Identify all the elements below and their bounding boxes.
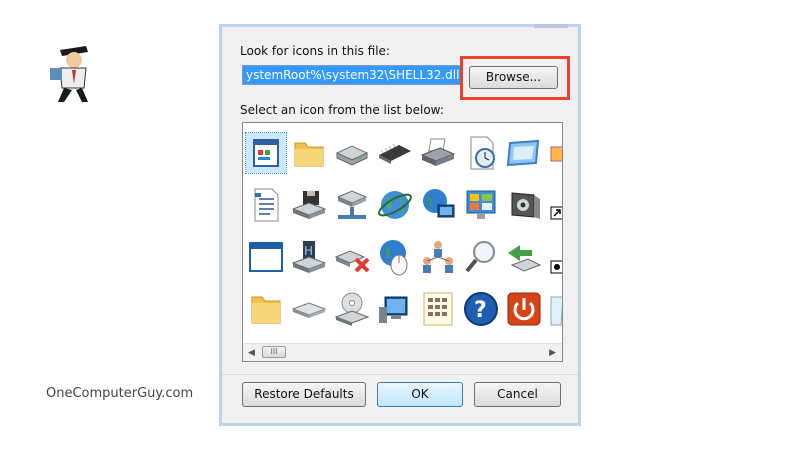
shortcut-icon[interactable]: [547, 185, 562, 225]
icon-file-path-input[interactable]: ystemRoot%\system32\SHELL32.dll: [242, 65, 461, 85]
folder-icon-2[interactable]: [246, 289, 286, 329]
partial-icon-2[interactable]: [547, 237, 562, 277]
globe-network-icon[interactable]: [375, 185, 415, 225]
folder-icon[interactable]: [289, 133, 329, 173]
globe-mouse-icon[interactable]: [375, 237, 415, 277]
document-window-icon[interactable]: [245, 132, 287, 174]
change-icon-dialog: Look for icons in this file: ystemRoot%\…: [219, 24, 581, 426]
scroll-left-icon[interactable]: ◀: [248, 347, 255, 358]
disk-drive-icon[interactable]: [289, 289, 329, 329]
look-for-icons-label: Look for icons in this file:: [240, 44, 390, 58]
monitor-frame-icon[interactable]: [504, 133, 544, 173]
printer-icon[interactable]: [418, 133, 458, 173]
floppy-device-icon[interactable]: H: [289, 237, 329, 277]
text-doc-icon[interactable]: [246, 185, 286, 225]
power-icon[interactable]: [504, 289, 544, 329]
globe-monitor-icon[interactable]: [418, 185, 458, 225]
horizontal-scrollbar[interactable]: ◀ III ▶: [243, 343, 562, 361]
computer-icon[interactable]: [375, 289, 415, 329]
scroll-thumb[interactable]: III: [262, 346, 286, 358]
scroll-thumb-grip: III: [270, 347, 278, 356]
browse-button[interactable]: Browse...: [469, 66, 558, 89]
dialog-divider: [222, 374, 578, 375]
scroll-right-icon[interactable]: ▶: [549, 347, 556, 358]
calculator-doc-icon[interactable]: [418, 289, 458, 329]
search-icon[interactable]: [461, 237, 501, 277]
drive-icon[interactable]: [332, 133, 372, 173]
svg-text:H: H: [304, 244, 313, 258]
network-back-icon[interactable]: [504, 237, 544, 277]
clock-doc-icon[interactable]: [461, 133, 501, 173]
site-logo: [46, 40, 100, 106]
select-icon-label: Select an icon from the list below:: [240, 103, 444, 117]
help-icon[interactable]: ?: [461, 289, 501, 329]
partial-icon[interactable]: [547, 133, 562, 173]
svg-text:?: ?: [474, 298, 487, 323]
chip-icon[interactable]: [375, 133, 415, 173]
speaker-monitor-icon[interactable]: [504, 185, 544, 225]
dialog-top-edge: [534, 24, 568, 28]
drive-delete-icon[interactable]: [332, 237, 372, 277]
network-users-icon[interactable]: [418, 237, 458, 277]
recycle-icon[interactable]: [547, 289, 562, 329]
icon-list[interactable]: H ? ◀ III ▶: [242, 122, 563, 362]
ok-button[interactable]: OK: [377, 382, 463, 407]
cd-drive-icon[interactable]: [332, 289, 372, 329]
control-panel-icon[interactable]: [461, 185, 501, 225]
window-icon[interactable]: [246, 237, 286, 277]
cancel-button[interactable]: Cancel: [474, 382, 561, 407]
restore-defaults-button[interactable]: Restore Defaults: [242, 382, 366, 407]
watermark-text: OneComputerGuy.com: [46, 386, 194, 401]
network-drive-icon[interactable]: [332, 185, 372, 225]
floppy-drive-icon[interactable]: [289, 185, 329, 225]
